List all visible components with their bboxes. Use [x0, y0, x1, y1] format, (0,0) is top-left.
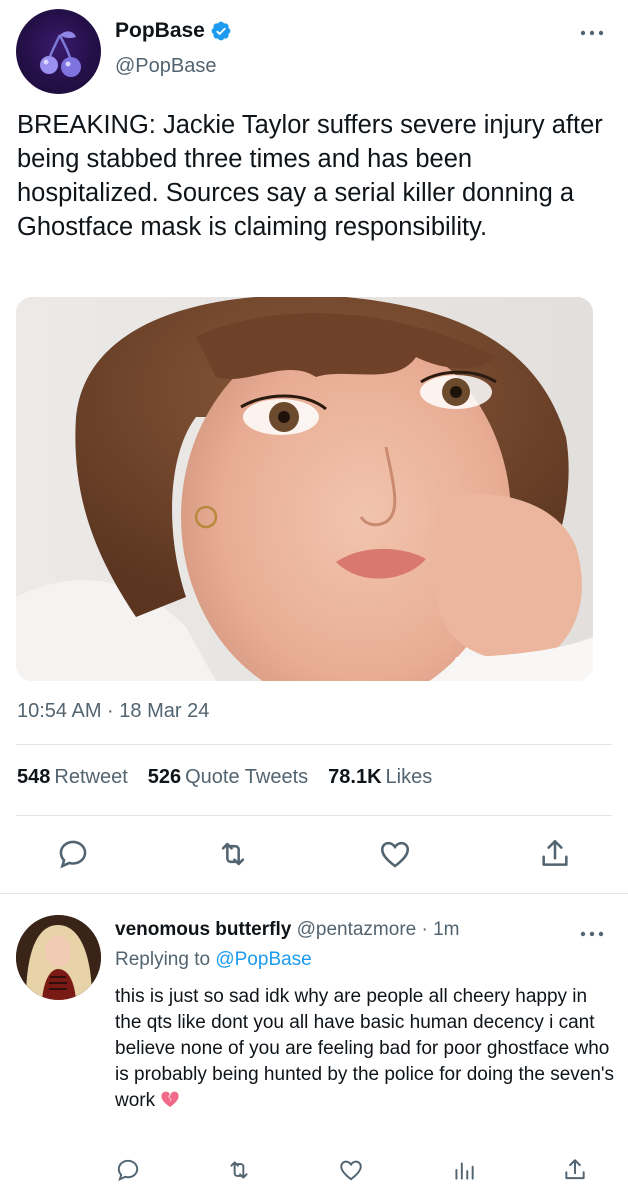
- heart-icon[interactable]: [378, 837, 412, 871]
- more-dots-icon[interactable]: [580, 929, 604, 939]
- portrait-photo: [16, 297, 593, 681]
- replying-to-link[interactable]: @PopBase: [215, 949, 311, 970]
- likes-count: 78.1K: [328, 766, 382, 788]
- reply-time[interactable]: · 1m: [422, 919, 460, 940]
- reply-avatar[interactable]: [16, 915, 101, 1000]
- reply-author-name[interactable]: venomous butterfly: [115, 919, 291, 940]
- retweet-icon[interactable]: [226, 1157, 252, 1183]
- divider: [16, 815, 612, 816]
- reply-author-handle[interactable]: @pentazmore: [297, 919, 417, 940]
- reply-header: venomous butterfly @pentazmore · 1m: [115, 919, 460, 941]
- cherry-logo-icon: [40, 31, 81, 77]
- tweet-stats: 548 Retweet 526 Quote Tweets 78.1K Likes: [17, 766, 432, 789]
- reply-tweet[interactable]: venomous butterfly @pentazmore · 1m Repl…: [0, 895, 628, 1200]
- verified-badge-icon: [211, 21, 231, 41]
- quotes-count: 526: [147, 766, 182, 788]
- popbase-avatar[interactable]: [16, 9, 101, 94]
- broken-heart-icon: [161, 1091, 179, 1108]
- analytics-icon[interactable]: [451, 1157, 477, 1183]
- replying-prefix: Replying to: [115, 949, 211, 970]
- retweets-count: 548: [17, 766, 51, 788]
- retweets-stat[interactable]: 548 Retweet: [17, 766, 128, 789]
- author-handle[interactable]: @PopBase: [115, 55, 216, 78]
- user-avatar-photo: [16, 915, 101, 1000]
- quotes-label: Quote Tweets: [185, 766, 309, 788]
- reply-icon[interactable]: [115, 1157, 141, 1183]
- reply-actions: [0, 1153, 628, 1187]
- author-name-text[interactable]: PopBase: [115, 19, 205, 43]
- heart-icon[interactable]: [338, 1157, 364, 1183]
- tweet-text: BREAKING: Jackie Taylor suffers severe i…: [17, 111, 603, 241]
- tweet-actions: [0, 833, 628, 873]
- retweet-icon[interactable]: [216, 837, 250, 871]
- author-name[interactable]: PopBase: [115, 19, 232, 43]
- retweets-label: Retweet: [54, 766, 128, 788]
- quotes-stat[interactable]: 526 Quote Tweets: [148, 766, 308, 789]
- more-dots-icon[interactable]: [580, 28, 604, 38]
- likes-label: Likes: [385, 766, 433, 788]
- reply-text-body: this is just so sad idk why are people a…: [115, 986, 615, 1111]
- tweet-timestamp[interactable]: 10:54 AM · 18 Mar 24: [17, 700, 209, 723]
- likes-stat[interactable]: 78.1K Likes: [328, 766, 432, 789]
- reply-icon[interactable]: [56, 837, 90, 871]
- share-icon[interactable]: [562, 1157, 588, 1183]
- replying-to: Replying to @PopBase: [115, 949, 312, 971]
- share-icon[interactable]: [538, 837, 572, 871]
- section-divider: [0, 893, 628, 894]
- tweet-photo[interactable]: [16, 297, 593, 681]
- reply-text: this is just so sad idk why are people a…: [115, 984, 615, 1114]
- divider: [16, 744, 612, 745]
